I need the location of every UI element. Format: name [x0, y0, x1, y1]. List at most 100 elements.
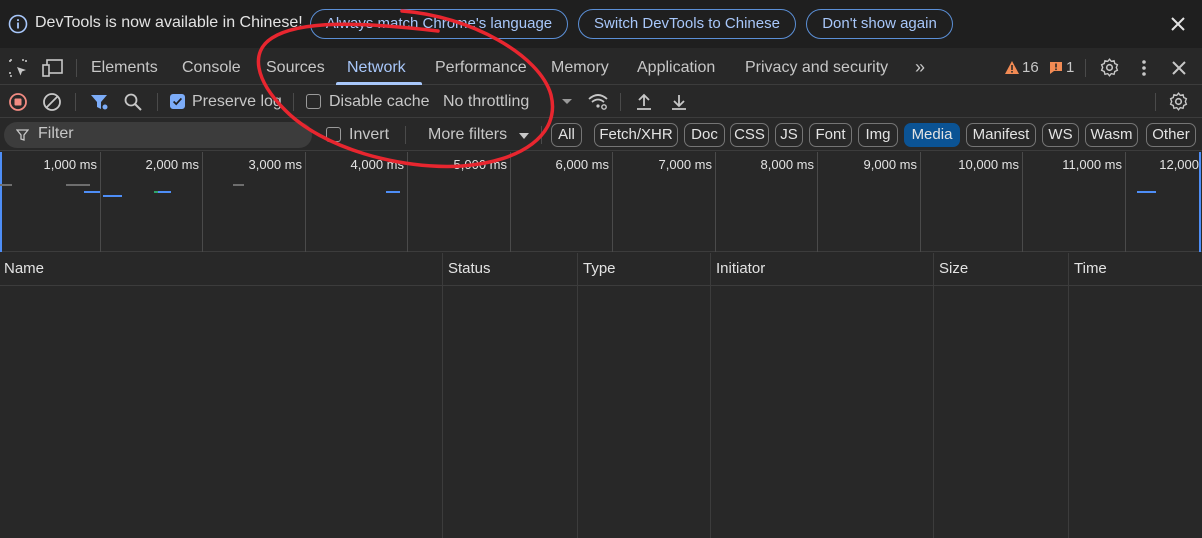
column-name[interactable]: Name	[4, 260, 44, 277]
tab-sources[interactable]: Sources	[266, 59, 325, 77]
import-har-icon[interactable]	[634, 92, 654, 112]
preserve-log-label[interactable]: Preserve log	[192, 93, 282, 111]
tick-label: 10,000 ms	[958, 157, 1019, 172]
dont-show-again-button[interactable]: Don't show again	[806, 9, 953, 39]
filter-bar: Filter Invert More filters All Fetch/XHR…	[0, 119, 1202, 151]
tick-label: 8,000 ms	[760, 157, 814, 172]
grid-line	[100, 152, 101, 252]
tab-network[interactable]: Network	[347, 59, 406, 77]
issues-icon[interactable]	[1049, 61, 1063, 75]
more-filters-button[interactable]: More filters	[428, 126, 507, 144]
clear-icon[interactable]	[42, 92, 62, 112]
chip-wasm[interactable]: Wasm	[1085, 123, 1138, 147]
switch-to-chinese-button[interactable]: Switch DevTools to Chinese	[578, 9, 796, 39]
tick-label: 3,000 ms	[248, 157, 302, 172]
search-icon[interactable]	[123, 92, 143, 112]
tick-label: 2,000 ms	[145, 157, 199, 172]
preserve-log-checkbox[interactable]	[170, 94, 185, 109]
filter-input[interactable]: Filter	[4, 122, 312, 148]
disable-cache-label[interactable]: Disable cache	[329, 93, 430, 111]
close-devtools-icon[interactable]	[1170, 59, 1188, 77]
column-time[interactable]: Time	[1074, 260, 1107, 277]
column-status[interactable]: Status	[448, 260, 491, 277]
panel-tabbar: Elements Console Sources Network Perform…	[0, 51, 1202, 85]
tick-label: 7,000 ms	[658, 157, 712, 172]
toolbar-separator	[293, 93, 294, 111]
disable-cache-checkbox[interactable]	[306, 94, 321, 109]
network-conditions-icon[interactable]	[587, 92, 609, 112]
toolbar-separator	[620, 93, 621, 111]
chip-all[interactable]: All	[551, 123, 582, 147]
tab-console[interactable]: Console	[182, 59, 241, 77]
column-type[interactable]: Type	[583, 260, 616, 277]
infobar-message: DevTools is now available in Chinese!	[35, 14, 303, 31]
chip-js[interactable]: JS	[775, 123, 803, 147]
overview-right-handle[interactable]	[1199, 152, 1201, 252]
tick-label: 4,000 ms	[350, 157, 404, 172]
more-tabs-button[interactable]: »	[915, 57, 925, 78]
column-size[interactable]: Size	[939, 260, 968, 277]
chip-manifest[interactable]: Manifest	[966, 123, 1036, 147]
network-settings-gear-icon[interactable]	[1168, 91, 1189, 112]
column-initiator[interactable]: Initiator	[716, 260, 765, 277]
request-bar	[84, 191, 100, 193]
filter-separator	[405, 126, 406, 144]
chevron-down-icon[interactable]	[561, 98, 573, 106]
issues-count[interactable]: 1	[1066, 59, 1074, 76]
grid-line	[510, 152, 511, 252]
tab-performance[interactable]: Performance	[435, 59, 527, 77]
chip-ws[interactable]: WS	[1042, 123, 1079, 147]
tab-separator	[76, 59, 77, 77]
chip-fetch-xhr[interactable]: Fetch/XHR	[594, 123, 678, 147]
tab-separator	[1085, 59, 1086, 77]
device-toolbar-icon[interactable]	[42, 58, 64, 78]
checkmark-icon	[172, 97, 183, 106]
request-table-header: Name Status Type Initiator Size Time	[0, 253, 1202, 286]
chip-img[interactable]: Img	[858, 123, 898, 147]
filter-separator	[541, 126, 542, 144]
settings-gear-icon[interactable]	[1099, 57, 1120, 78]
filter-placeholder: Filter	[38, 125, 74, 142]
match-language-button[interactable]: Always match Chrome's language	[310, 9, 568, 39]
tab-application[interactable]: Application	[637, 59, 715, 77]
request-bar	[1137, 191, 1156, 193]
grid-line	[920, 152, 921, 252]
inspect-element-icon[interactable]	[8, 58, 28, 78]
grid-line	[1022, 152, 1023, 252]
tick-label: 5,000 ms	[453, 157, 507, 172]
request-bar	[66, 184, 90, 186]
request-bar	[154, 191, 158, 193]
warning-count[interactable]: 16	[1022, 59, 1039, 76]
record-stop-icon[interactable]	[8, 92, 28, 112]
more-options-icon[interactable]	[1136, 58, 1152, 78]
close-icon[interactable]	[1166, 12, 1190, 36]
tab-privacy-security[interactable]: Privacy and security	[745, 59, 888, 77]
throttling-select[interactable]: No throttling	[443, 93, 529, 111]
chip-css[interactable]: CSS	[730, 123, 769, 147]
toolbar-separator	[75, 93, 76, 111]
info-icon	[8, 14, 28, 34]
filter-funnel-icon[interactable]	[89, 92, 109, 112]
toolbar-separator	[157, 93, 158, 111]
network-overview[interactable]: 1,000 ms 2,000 ms 3,000 ms 4,000 ms 5,00…	[0, 152, 1202, 252]
export-har-icon[interactable]	[669, 92, 689, 112]
grid-line	[407, 152, 408, 252]
tab-elements[interactable]: Elements	[91, 59, 158, 77]
tick-label: 9,000 ms	[863, 157, 917, 172]
overview-left-handle[interactable]	[0, 152, 2, 252]
chip-font[interactable]: Font	[809, 123, 852, 147]
grid-line	[715, 152, 716, 252]
chip-doc[interactable]: Doc	[684, 123, 725, 147]
chip-other[interactable]: Other	[1146, 123, 1196, 147]
invert-checkbox[interactable]	[326, 127, 341, 142]
request-bar	[103, 195, 122, 197]
filter-icon	[16, 129, 29, 141]
toolbar-separator	[1155, 93, 1156, 111]
warning-icon[interactable]	[1004, 60, 1020, 75]
tab-memory[interactable]: Memory	[551, 59, 609, 77]
chevron-down-icon[interactable]	[519, 133, 529, 140]
tick-label: 6,000 ms	[555, 157, 609, 172]
chip-media[interactable]: Media	[904, 123, 960, 147]
language-infobar: DevTools is now available in Chinese! Al…	[0, 0, 1202, 48]
invert-label[interactable]: Invert	[349, 126, 389, 144]
